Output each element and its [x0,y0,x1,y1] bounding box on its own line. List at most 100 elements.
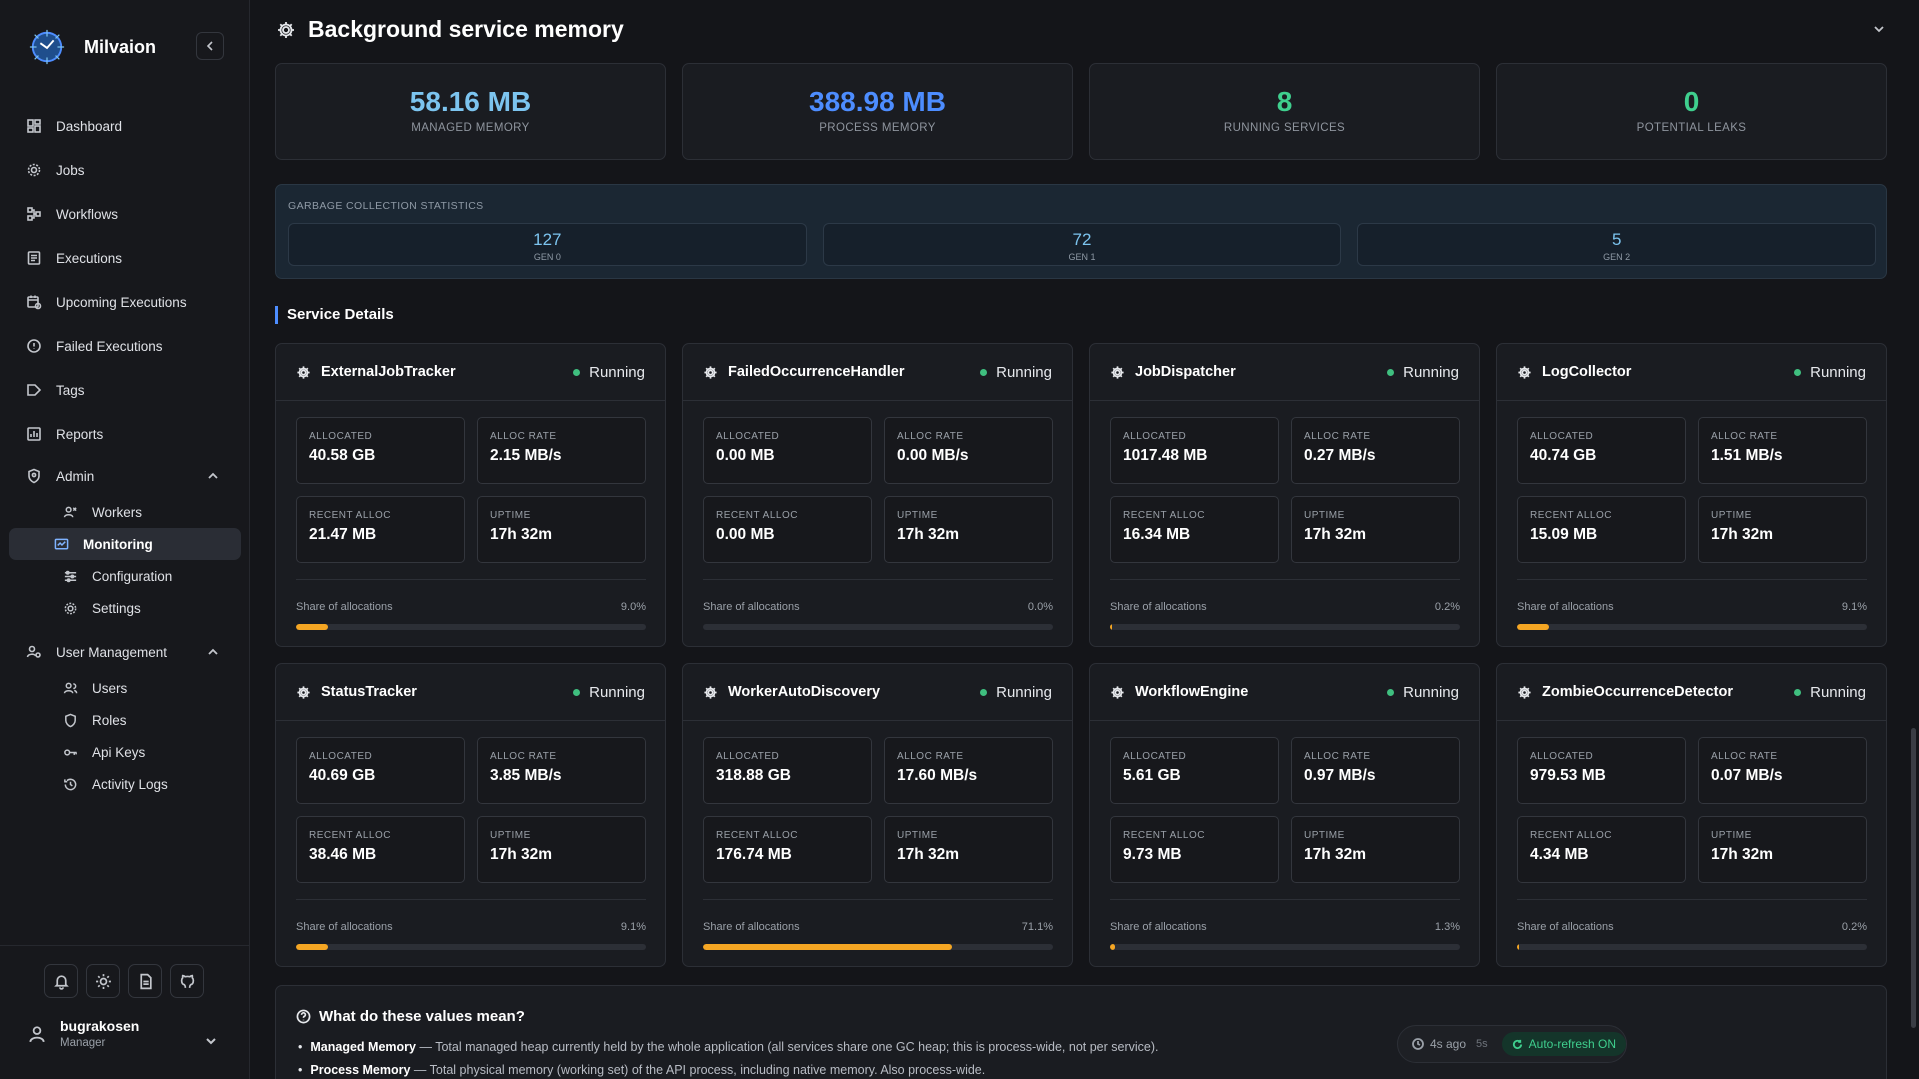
metric-value: 0.00 MB/s [897,447,969,464]
service-card: FailedOccurrenceHandler Running ALLOCATE… [682,343,1073,647]
sidebar-item-executions[interactable]: Executions [0,236,250,280]
section-title-service-details: Service Details [275,306,394,324]
stat-label: RUNNING SERVICES [1223,122,1346,134]
sidebar-item-configuration[interactable]: Configuration [9,560,241,592]
clock-icon [1412,1038,1424,1050]
service-card: StatusTracker Running ALLOCATED 40.69 GB… [275,663,666,967]
service-status: Running [1387,364,1459,381]
allocation-share-value: 0.2% [1841,921,1867,933]
sidebar-item-settings[interactable]: Settings [9,592,241,624]
sidebar-item-reports[interactable]: Reports [0,412,250,456]
sidebar-item-upcoming-executions[interactable]: Upcoming Executions [0,280,250,324]
help-text: — Total physical memory (working set) of… [410,1063,986,1077]
user-cog-icon [26,645,41,658]
sidebar-item-workers[interactable]: Workers [9,496,241,528]
allocation-share-label: Share of allocations [296,921,393,933]
metric-value: 17h 32m [1711,526,1774,543]
service-status-label: Running [589,364,645,381]
sidebar-group-user-management[interactable]: User Management [0,632,250,672]
metric-value: 15.09 MB [1530,526,1598,543]
refresh-interval[interactable]: 5s [1476,1038,1488,1050]
gc-label: GEN 2 [1603,252,1631,262]
main-scrollbar[interactable] [1911,728,1916,1028]
service-status: Running [1794,364,1866,381]
brand[interactable]: Milvaion [28,28,156,66]
sidebar-item-tags[interactable]: Tags [0,368,250,412]
workflow-icon [27,207,41,221]
service-status: Running [573,684,645,701]
allocation-share: Share of allocations 9.1% [296,899,646,950]
sidebar-item-jobs[interactable]: Jobs [0,148,250,192]
service-status-label: Running [1403,364,1459,381]
sidebar-item-failed-executions[interactable]: Failed Executions [0,324,250,368]
service-card: ZombieOccurrenceDetector Running ALLOCAT… [1496,663,1887,967]
service-card: WorkerAutoDiscovery Running ALLOCATED 31… [682,663,1073,967]
github-button[interactable] [170,964,204,998]
service-card: LogCollector Running ALLOCATED 40.74 GB … [1496,343,1887,647]
service-card-header: ExternalJobTracker Running [276,344,665,401]
service-status: Running [1794,684,1866,701]
sidebar-nav: Dashboard Jobs Workflows Executions Upco… [0,104,250,800]
collapse-section-chevron-icon[interactable] [1872,22,1886,36]
help-item: Managed Memory — Total managed heap curr… [298,1040,1158,1054]
allocation-share-value: 1.3% [1434,921,1460,933]
user-profile[interactable]: bugrakosen Manager [28,1018,139,1049]
metric-label: ALLOC RATE [1711,751,1778,762]
gear-icon [1111,685,1124,699]
sidebar-item-api-keys[interactable]: Api Keys [9,736,241,768]
service-name: ZombieOccurrenceDetector [1542,684,1733,700]
sidebar-group-admin[interactable]: Admin [0,456,250,496]
metric-recent-alloc: RECENT ALLOC 21.47 MB [296,496,465,563]
chevron-down-icon[interactable] [204,1034,218,1048]
gear-icon [1518,365,1531,379]
service-card-header: WorkflowEngine Running [1090,664,1479,721]
metric-value: 0.07 MB/s [1711,767,1783,784]
gc-value: 127 [533,230,562,249]
chevron-up-icon [208,648,218,655]
brand-name: Milvaion [84,36,157,57]
sidebar-item-workflows[interactable]: Workflows [0,192,250,236]
gear-icon [297,365,310,379]
metric-label: ALLOCATED [309,751,373,762]
sidebar-group-label: User Management [56,644,168,660]
help-panel: What do these values mean? Managed Memor… [275,985,1887,1079]
allocation-share-label: Share of allocations [1517,921,1614,933]
metric-value: 4.34 MB [1530,846,1589,863]
help-title-text: What do these values mean? [319,1008,525,1025]
sun-icon [95,973,111,989]
sidebar-item-roles[interactable]: Roles [9,704,241,736]
metric-recent-alloc: RECENT ALLOC 4.34 MB [1517,816,1686,883]
allocation-share-bar-fill [1517,944,1520,950]
help-term: Process Memory [310,1063,411,1077]
sidebar-item-dashboard[interactable]: Dashboard [0,104,250,148]
metric-value: 17h 32m [490,526,553,543]
metric-value: 9.73 MB [1123,846,1182,863]
sidebar-item-monitoring[interactable]: Monitoring [9,528,241,560]
notifications-button[interactable] [44,964,78,998]
collapse-sidebar-button[interactable] [196,32,224,60]
stat-potential-leaks: 0 POTENTIAL LEAKS [1496,63,1887,160]
metric-uptime: UPTIME 17h 32m [884,496,1053,563]
theme-toggle-button[interactable] [86,964,120,998]
allocation-share-value: 9.1% [620,921,646,933]
auto-refresh-toggle[interactable]: Auto-refresh ON [1501,1032,1627,1056]
allocation-share-value: 71.1% [1021,921,1053,933]
allocation-share-bar [1517,944,1867,950]
metric-recent-alloc: RECENT ALLOC 176.74 MB [703,816,872,883]
service-name: JobDispatcher [1135,364,1236,380]
metric-label: ALLOC RATE [1304,751,1371,762]
sidebar-item-label: Configuration [92,568,173,584]
docs-button[interactable] [128,964,162,998]
status-dot-icon [980,689,988,696]
sidebar-item-users[interactable]: Users [9,672,241,704]
metric-label: ALLOCATED [716,431,780,442]
gear-icon [64,602,77,614]
gear-icon [278,21,294,38]
allocation-share-bar-fill [1110,624,1113,630]
sidebar-item-label: Workflows [56,206,119,222]
sidebar-item-activity-logs[interactable]: Activity Logs [9,768,241,800]
metric-label: ALLOCATED [1530,751,1594,762]
metric-label: UPTIME [897,510,938,521]
stat-value: 8 [1276,86,1293,117]
allocation-share-value: 0.0% [1027,601,1053,613]
